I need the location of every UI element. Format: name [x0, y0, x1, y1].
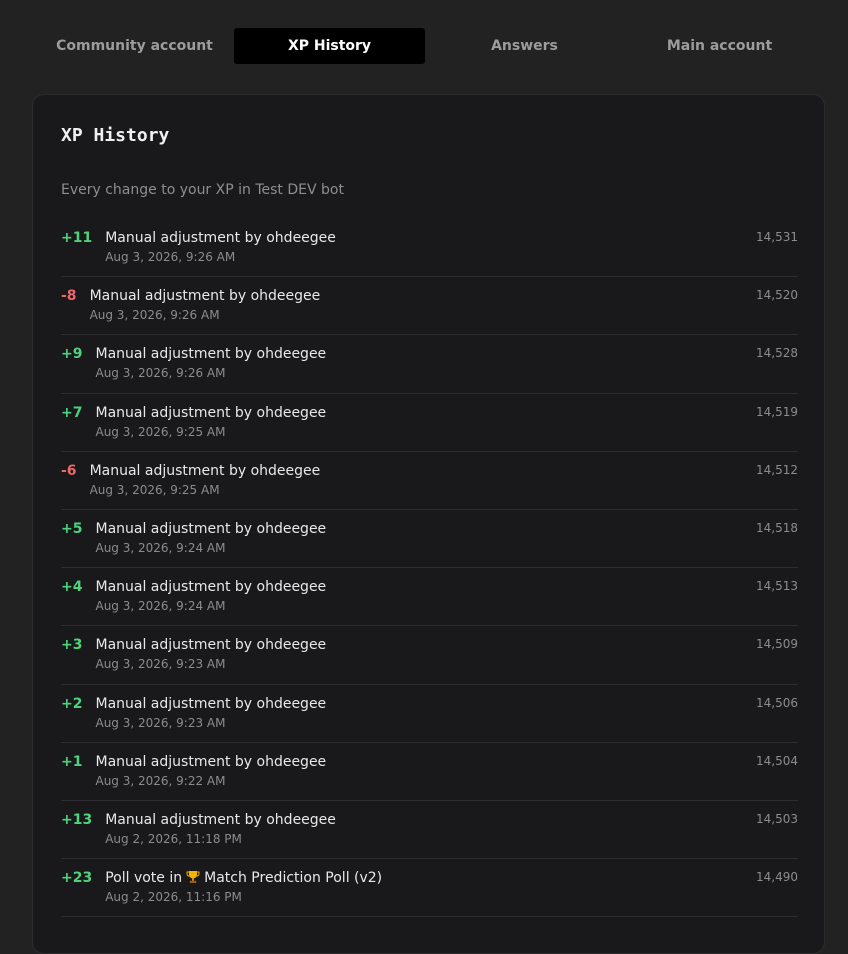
poll-name: Match Prediction Poll (v2) — [204, 870, 383, 887]
history-date: Aug 3, 2026, 9:26 AM — [89, 308, 220, 323]
history-date: Aug 3, 2026, 9:25 AM — [95, 424, 226, 439]
history-date: Aug 3, 2026, 9:25 AM — [89, 482, 220, 497]
xp-delta: +1 — [61, 753, 83, 770]
trophy-icon — [186, 869, 200, 887]
card-subtitle: Every change to your XP in Test DEV bot — [61, 182, 344, 198]
tab-xp-history[interactable]: XP History — [234, 28, 425, 64]
account-tabs: Community account XP History Answers Mai… — [37, 28, 817, 64]
card-title: XP History — [61, 125, 170, 146]
history-description: Manual adjustment by ohdeegee — [95, 753, 327, 770]
history-info: Manual adjustment by ohdeegee Aug 3, 202… — [95, 636, 326, 672]
xp-total: 14,504 — [756, 753, 798, 768]
xp-delta: +2 — [61, 695, 83, 712]
xp-delta: +9 — [61, 346, 83, 363]
history-date: Aug 3, 2026, 9:22 AM — [95, 773, 226, 788]
history-info: Manual adjustment by ohdeegee Aug 3, 202… — [95, 520, 326, 556]
history-date: Aug 3, 2026, 9:23 AM — [95, 657, 226, 672]
xp-total: 14,528 — [756, 346, 798, 361]
history-description: Manual adjustment by ohdeegee — [105, 811, 336, 828]
history-description: Manual adjustment by ohdeegee — [95, 579, 327, 596]
history-info: Poll vote in Match Prediction Poll (v2) A… — [105, 869, 382, 905]
history-description: Manual adjustment by ohdeegee — [95, 404, 327, 421]
history-info: Manual adjustment by ohdeegee Aug 2, 202… — [105, 811, 336, 847]
poll-vote-prefix: Poll vote in — [105, 870, 183, 887]
history-date: Aug 3, 2026, 9:23 AM — [95, 715, 226, 730]
history-row: +4 Manual adjustment by ohdeegee Aug 3, … — [61, 568, 798, 627]
history-info: Manual adjustment by ohdeegee Aug 3, 202… — [95, 404, 326, 440]
history-row: +9 Manual adjustment by ohdeegee Aug 3, … — [61, 335, 798, 394]
xp-delta: +3 — [61, 637, 83, 654]
history-description: Manual adjustment by ohdeegee — [95, 346, 327, 363]
xp-history-list: +11 Manual adjustment by ohdeegee Aug 3,… — [61, 219, 798, 918]
history-description: Manual adjustment by ohdeegee — [95, 520, 327, 537]
xp-delta: +11 — [61, 230, 93, 246]
xp-total: 14,519 — [756, 404, 798, 419]
history-date: Aug 3, 2026, 9:24 AM — [95, 540, 226, 555]
history-row: -8 Manual adjustment by ohdeegee Aug 3, … — [61, 277, 798, 336]
history-description: Manual adjustment by ohdeegee — [89, 288, 321, 305]
xp-total: 14,513 — [756, 579, 798, 594]
history-info: Manual adjustment by ohdeegee Aug 3, 202… — [95, 578, 326, 614]
history-date: Aug 2, 2026, 11:16 PM — [105, 890, 242, 905]
history-row: +5 Manual adjustment by ohdeegee Aug 3, … — [61, 510, 798, 569]
history-description: Manual adjustment by ohdeegee — [89, 462, 321, 479]
xp-delta: -6 — [61, 462, 77, 479]
history-date: Aug 3, 2026, 9:26 AM — [105, 250, 236, 264]
tab-answers[interactable]: Answers — [429, 28, 620, 64]
xp-history-card: XP History Every change to your XP in Te… — [32, 94, 825, 954]
tab-main-account[interactable]: Main account — [624, 28, 815, 64]
xp-total: 14,520 — [756, 288, 798, 303]
xp-total: 14,509 — [756, 637, 798, 652]
history-date: Aug 2, 2026, 11:18 PM — [105, 831, 242, 846]
history-info: Manual adjustment by ohdeegee Aug 3, 202… — [95, 345, 326, 381]
xp-delta: +4 — [61, 579, 83, 596]
xp-total: 14,531 — [756, 230, 798, 244]
history-date: Aug 3, 2026, 9:26 AM — [95, 366, 226, 381]
tab-community-account[interactable]: Community account — [39, 28, 230, 64]
history-description: Poll vote in Match Prediction Poll (v2) — [105, 869, 382, 887]
xp-total: 14,506 — [756, 695, 798, 710]
history-description: Manual adjustment by ohdeegee — [95, 637, 327, 654]
history-info: Manual adjustment by ohdeegee Aug 3, 202… — [90, 287, 321, 323]
history-info: Manual adjustment by ohdeegee Aug 3, 202… — [105, 229, 336, 265]
history-info: Manual adjustment by ohdeegee Aug 3, 202… — [95, 695, 326, 731]
xp-delta: -8 — [61, 288, 77, 305]
xp-total: 14,503 — [756, 811, 798, 826]
history-row: +23 Poll vote in Match Prediction Poll (v… — [61, 859, 798, 918]
history-row: +1 Manual adjustment by ohdeegee Aug 3, … — [61, 743, 798, 801]
xp-total: 14,490 — [756, 870, 798, 885]
xp-delta: +13 — [61, 811, 93, 828]
history-description: Manual adjustment by ohdeegee — [105, 230, 336, 246]
xp-total: 14,518 — [756, 520, 798, 535]
history-row: +7 Manual adjustment by ohdeegee Aug 3, … — [61, 394, 798, 452]
history-description: Manual adjustment by ohdeegee — [95, 695, 327, 712]
history-info: Manual adjustment by ohdeegee Aug 3, 202… — [95, 753, 326, 789]
history-row: +3 Manual adjustment by ohdeegee Aug 3, … — [61, 626, 798, 685]
xp-delta: +7 — [61, 404, 83, 421]
xp-delta: +5 — [61, 520, 83, 537]
history-row: +2 Manual adjustment by ohdeegee Aug 3, … — [61, 685, 798, 743]
xp-total: 14,512 — [756, 462, 798, 477]
history-date: Aug 3, 2026, 9:24 AM — [95, 599, 226, 614]
history-row: +13 Manual adjustment by ohdeegee Aug 2,… — [61, 801, 798, 860]
history-info: Manual adjustment by ohdeegee Aug 3, 202… — [90, 462, 321, 498]
history-row: +11 Manual adjustment by ohdeegee Aug 3,… — [61, 219, 798, 278]
xp-delta: +23 — [61, 870, 93, 887]
history-row: -6 Manual adjustment by ohdeegee Aug 3, … — [61, 452, 798, 510]
